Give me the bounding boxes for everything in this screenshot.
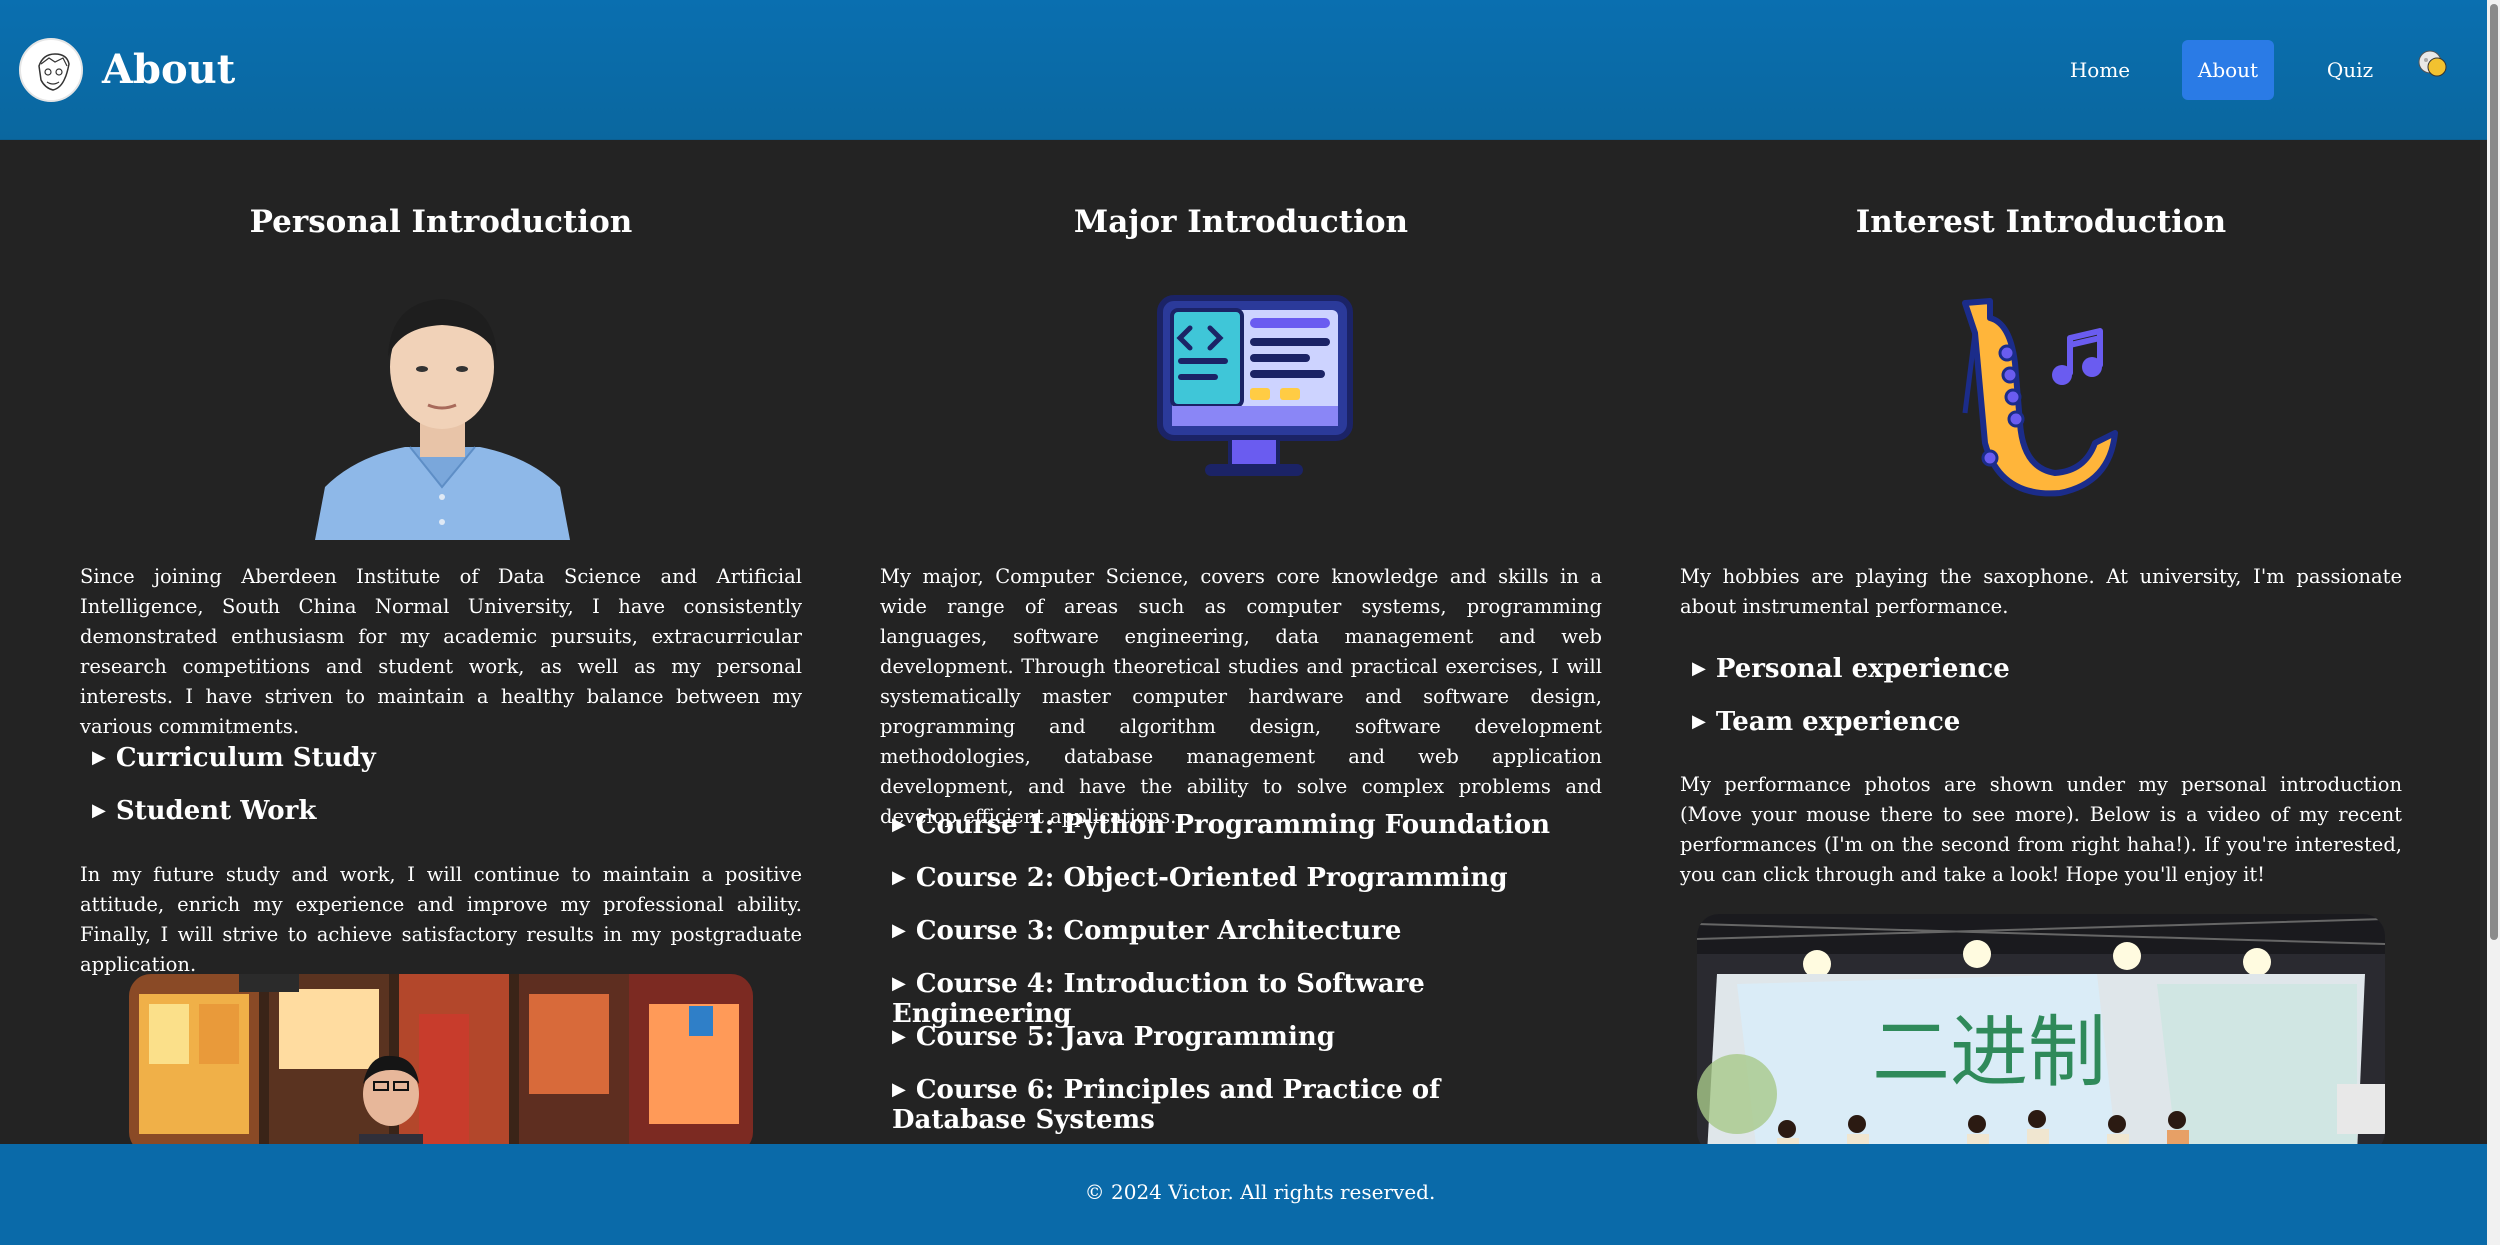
summary-curriculum-study[interactable]: ▶ Curriculum Study bbox=[92, 743, 376, 773]
triangle-right-icon: ▶ bbox=[892, 973, 906, 994]
summary-label: Course 4: Introduction to Software Engin… bbox=[892, 969, 1425, 1029]
summary-label: Course 3: Computer Architecture bbox=[915, 916, 1402, 946]
triangle-right-icon: ▶ bbox=[1692, 711, 1706, 732]
future-plan-text: In my future study and work, I will cont… bbox=[80, 863, 802, 976]
course-1-summary[interactable]: ▶ Course 1: Python Programming Foundation bbox=[892, 810, 1550, 840]
performance-video-text: My performance photos are shown under my… bbox=[1680, 773, 2402, 886]
summary-personal-experience[interactable]: ▶ Personal experience bbox=[1692, 654, 2010, 684]
page-footer: © 2024 Victor. All rights reserved. bbox=[0, 1144, 2487, 1245]
performance-photo-street[interactable] bbox=[129, 974, 753, 1154]
summary-team-experience[interactable]: ▶ Team experience bbox=[1692, 707, 1960, 737]
major-intro-text: My major, Computer Science, covers core … bbox=[880, 565, 1602, 828]
personal-intro-text: Since joining Aberdeen Institute of Data… bbox=[80, 565, 802, 738]
course-2-summary[interactable]: ▶ Course 2: Object-Oriented Programming bbox=[892, 863, 1508, 893]
avatar-logo[interactable] bbox=[19, 38, 83, 102]
nav-about[interactable]: About bbox=[2182, 40, 2274, 100]
course-4-summary[interactable]: ▶ Course 4: Introduction to Software Engi… bbox=[892, 969, 1602, 1029]
summary-label: Student Work bbox=[115, 796, 317, 826]
course-5-summary[interactable]: ▶ Course 5: Java Programming bbox=[892, 1022, 1335, 1052]
interest-title: Interest Introduction bbox=[1855, 204, 2227, 240]
summary-label: Personal experience bbox=[1715, 654, 2010, 684]
triangle-right-icon: ▶ bbox=[92, 800, 106, 821]
page-title: About bbox=[102, 46, 236, 93]
summary-label: Course 2: Object-Oriented Programming bbox=[915, 863, 1508, 893]
triangle-right-icon: ▶ bbox=[92, 747, 106, 768]
theme-toggle-button[interactable] bbox=[2416, 48, 2450, 82]
top-header: About Home About Quiz bbox=[0, 0, 2487, 140]
triangle-right-icon: ▶ bbox=[892, 1079, 906, 1100]
portrait-photo bbox=[315, 287, 570, 540]
course-6-summary[interactable]: ▶ Course 6: Principles and Practice of Da… bbox=[892, 1075, 1572, 1135]
triangle-right-icon: ▶ bbox=[892, 1026, 906, 1047]
triangle-right-icon: ▶ bbox=[1692, 658, 1706, 679]
banner-text: 二进制 bbox=[1872, 1008, 2106, 1098]
triangle-right-icon: ▶ bbox=[892, 867, 906, 888]
summary-student-work[interactable]: ▶ Student Work bbox=[92, 796, 316, 826]
personal-title: Personal Introduction bbox=[249, 204, 633, 240]
scrollbar-thumb[interactable] bbox=[2490, 4, 2498, 940]
summary-label: Course 5: Java Programming bbox=[915, 1022, 1335, 1052]
interest-intro-text: My hobbies are playing the saxophone. At… bbox=[1680, 565, 2402, 618]
computer-monitor-icon bbox=[1150, 288, 1358, 482]
copyright-text: © 2024 Victor. All rights reserved. bbox=[1084, 1180, 1436, 1204]
major-title: Major Introduction bbox=[1073, 204, 1409, 240]
summary-label: Curriculum Study bbox=[115, 743, 376, 773]
nav-quiz[interactable]: Quiz bbox=[2310, 40, 2390, 100]
summary-label: Team experience bbox=[1715, 707, 1961, 737]
nav-home[interactable]: Home bbox=[2055, 40, 2145, 100]
page-scrollbar[interactable] bbox=[2487, 0, 2500, 1245]
summary-label: Course 6: Principles and Practice of Dat… bbox=[892, 1075, 1441, 1135]
performance-video[interactable]: 二进制 bbox=[1697, 914, 2385, 1154]
sketch-avatar-icon bbox=[23, 42, 81, 100]
saxophone-music-icon bbox=[1945, 293, 2145, 508]
theme-toggle-icon bbox=[2418, 50, 2447, 77]
triangle-right-icon: ▶ bbox=[892, 920, 906, 941]
summary-label: Course 1: Python Programming Foundation bbox=[915, 810, 1551, 840]
course-3-summary[interactable]: ▶ Course 3: Computer Architecture bbox=[892, 916, 1401, 946]
triangle-right-icon: ▶ bbox=[892, 814, 906, 835]
